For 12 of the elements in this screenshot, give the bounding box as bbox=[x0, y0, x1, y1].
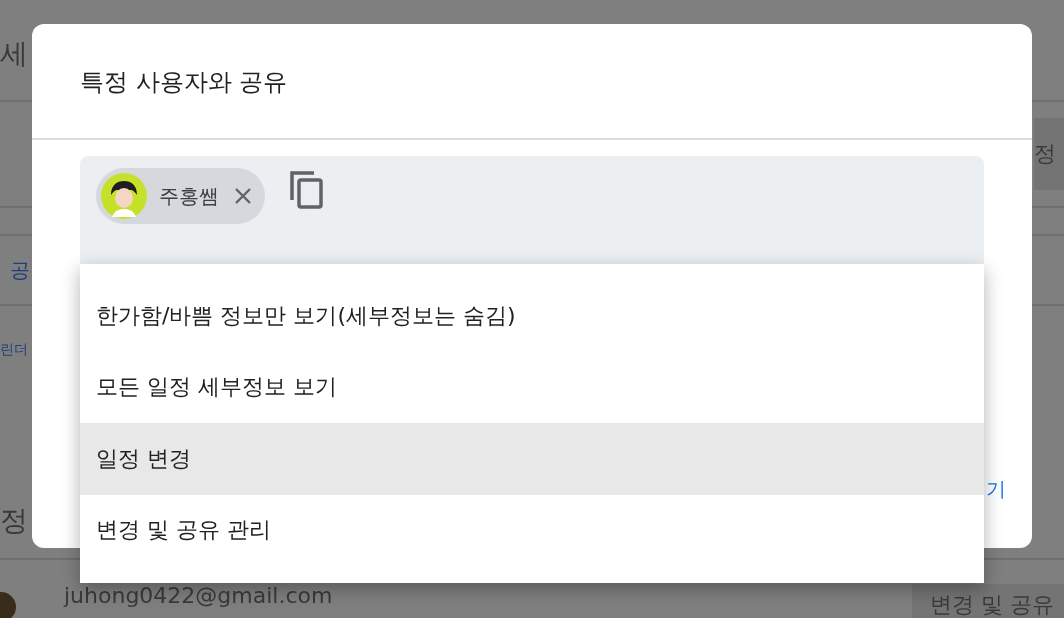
menu-option[interactable]: 일정 변경 bbox=[80, 423, 984, 495]
avatar-icon bbox=[101, 173, 147, 219]
menu-option[interactable]: 모든 일정 세부정보 보기 bbox=[80, 351, 984, 423]
recipient-name: 주홍쌤 bbox=[159, 182, 219, 210]
section-label: 정 bbox=[0, 503, 28, 539]
dialog-link[interactable]: 기 bbox=[986, 476, 1006, 503]
email-text: juhong0422@gmail.com bbox=[64, 584, 333, 609]
copy-icon[interactable] bbox=[289, 170, 325, 210]
recipient-chip[interactable]: 주홍쌤 bbox=[96, 168, 265, 224]
dialog-title: 특정 사용자와 공유 bbox=[80, 67, 288, 98]
page-heading: 세 bbox=[0, 36, 28, 72]
menu-option[interactable]: 변경 및 공유 관리 bbox=[80, 494, 984, 566]
